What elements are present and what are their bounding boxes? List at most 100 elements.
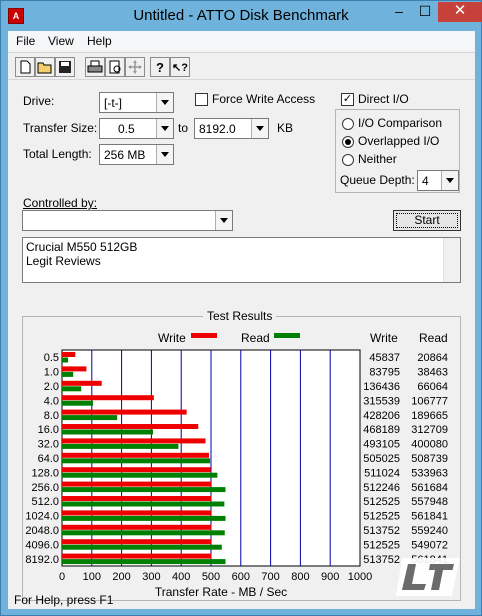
read-bar — [62, 386, 82, 392]
title-bar[interactable]: A Untitled - ATTO Disk Benchmark – ☐ ✕ — [1, 1, 482, 31]
write-bar — [62, 524, 212, 530]
save-icon[interactable] — [55, 57, 75, 77]
x-tick-label: 900 — [321, 571, 339, 583]
neither-label: Neither — [358, 152, 397, 166]
write-bar — [62, 366, 87, 372]
write-legend-label: Write — [158, 331, 186, 345]
write-value: 468189 — [363, 424, 400, 436]
x-tick-label: 700 — [261, 571, 279, 583]
move-icon[interactable] — [125, 57, 145, 77]
write-value: 512525 — [363, 511, 400, 523]
y-category-label: 8192.0 — [25, 554, 59, 566]
menu-bar: File View Help — [8, 31, 475, 51]
read-value: 400080 — [411, 439, 448, 451]
drive-label: Drive: — [23, 94, 55, 108]
x-tick-label: 300 — [142, 571, 160, 583]
write-bar — [62, 510, 212, 516]
write-value: 315539 — [363, 395, 400, 407]
read-value: 106777 — [411, 395, 448, 407]
queue-depth-value: 4 — [422, 174, 429, 188]
io-comparison-radio[interactable] — [342, 118, 354, 130]
notes-textarea[interactable]: Crucial M550 512GB Legit Reviews — [22, 237, 461, 283]
chevron-down-icon[interactable] — [156, 145, 173, 164]
y-category-label: 4096.0 — [25, 539, 59, 551]
notes-scrollbar[interactable] — [443, 238, 460, 282]
read-bar — [62, 530, 225, 536]
help-icon[interactable]: ? — [150, 57, 170, 77]
chevron-down-icon[interactable] — [156, 93, 173, 112]
y-category-label: 256.0 — [31, 482, 59, 494]
results-chart: Write Read Write Read Transfer Rate - MB… — [25, 331, 448, 599]
notes-line-2: Legit Reviews — [26, 254, 101, 268]
start-button[interactable]: Start — [393, 210, 461, 231]
write-value: 512525 — [363, 496, 400, 508]
menu-help[interactable]: Help — [87, 34, 112, 48]
x-axis-label: Transfer Rate - MB / Sec — [155, 585, 287, 599]
read-bar — [62, 400, 94, 406]
transfer-from-select[interactable]: 0.5 — [99, 118, 174, 139]
app-window: A Untitled - ATTO Disk Benchmark – ☐ ✕ F… — [0, 0, 482, 616]
x-tick-label: 100 — [83, 571, 101, 583]
minimize-button[interactable]: – — [386, 2, 412, 22]
chevron-down-icon[interactable] — [156, 119, 173, 138]
chevron-down-icon[interactable] — [251, 119, 268, 138]
queue-depth-select[interactable]: 4 — [417, 170, 459, 191]
context-help-icon[interactable]: ↖? — [170, 57, 190, 77]
queue-depth-label: Queue Depth: — [340, 173, 415, 187]
overlapped-io-radio[interactable] — [342, 136, 354, 148]
new-file-icon[interactable] — [15, 57, 35, 77]
print-icon[interactable] — [85, 57, 105, 77]
x-tick-label: 400 — [172, 571, 190, 583]
y-category-label: 0.5 — [44, 352, 59, 364]
write-bar — [62, 438, 206, 444]
transfer-to-value: 8192.0 — [199, 122, 236, 136]
legit-reviews-watermark — [396, 558, 460, 596]
transfer-to-select[interactable]: 8192.0 — [194, 118, 269, 139]
write-bar — [62, 539, 212, 545]
write-value: 493105 — [363, 439, 400, 451]
write-value: 513752 — [363, 554, 400, 566]
total-length-select[interactable]: 256 MB — [99, 144, 174, 165]
overlapped-io-label: Overlapped I/O — [358, 134, 440, 148]
print-preview-icon[interactable] — [105, 57, 125, 77]
read-value: 561841 — [411, 511, 448, 523]
read-bar — [62, 515, 226, 521]
menu-file[interactable]: File — [16, 34, 35, 48]
write-bar — [62, 352, 76, 357]
write-legend-swatch — [191, 333, 217, 338]
x-tick-label: 500 — [202, 571, 220, 583]
read-bar — [62, 443, 179, 449]
write-value: 83795 — [369, 367, 400, 379]
x-tick-label: 600 — [232, 571, 250, 583]
total-length-label: Total Length: — [23, 147, 92, 161]
force-write-checkbox[interactable] — [195, 93, 208, 106]
y-category-label: 1024.0 — [25, 511, 59, 523]
notes-line-1: Crucial M550 512GB — [26, 240, 138, 254]
write-bar — [62, 481, 212, 487]
read-value: 559240 — [411, 525, 448, 537]
write-bar — [62, 452, 209, 458]
y-category-label: 16.0 — [38, 424, 59, 436]
write-bar — [62, 380, 102, 386]
drive-select[interactable]: [-t-] — [99, 92, 174, 113]
read-bar — [62, 559, 226, 565]
chevron-down-icon[interactable] — [441, 171, 458, 190]
x-tick-label: 0 — [59, 571, 65, 583]
write-bar — [62, 496, 212, 501]
close-button[interactable]: ✕ — [438, 2, 482, 22]
y-category-label: 512.0 — [31, 496, 59, 508]
write-value: 136436 — [363, 381, 400, 393]
total-length-value: 256 MB — [104, 148, 146, 162]
maximize-button[interactable]: ☐ — [412, 2, 438, 22]
neither-radio[interactable] — [342, 154, 354, 166]
controlled-by-select[interactable] — [22, 210, 233, 231]
menu-view[interactable]: View — [48, 34, 74, 48]
chevron-down-icon[interactable] — [215, 211, 232, 230]
write-value: 428206 — [363, 410, 400, 422]
direct-io-checkbox[interactable]: ✓ — [341, 93, 354, 106]
read-value: 66064 — [417, 381, 448, 393]
open-folder-icon[interactable] — [35, 57, 55, 77]
read-column-header: Read — [419, 331, 448, 345]
read-bar — [62, 501, 225, 507]
x-tick-label: 1000 — [348, 571, 372, 583]
